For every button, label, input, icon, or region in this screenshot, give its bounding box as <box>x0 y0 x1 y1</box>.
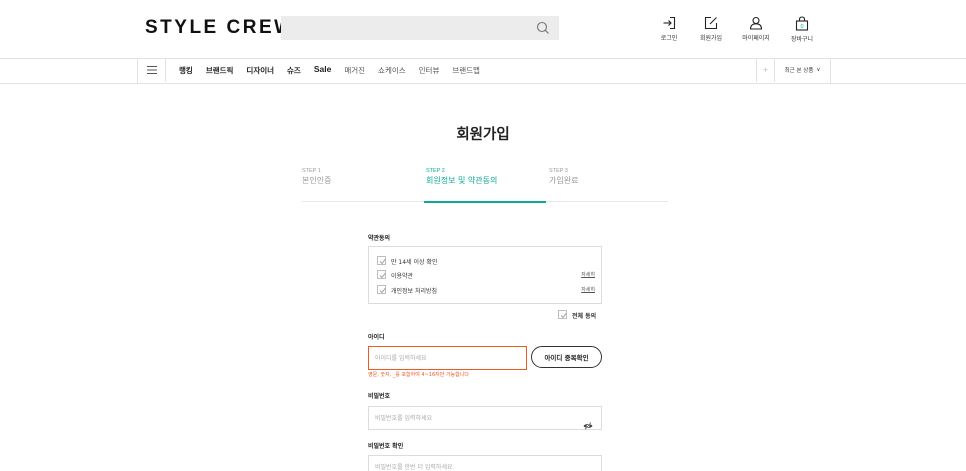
id-error-message: 영문, 숫자, _를 포함하여 4~16자만 가능합니다 <box>368 372 469 378</box>
mypage-button[interactable]: 마이페이지 <box>731 16 781 42</box>
search-bar[interactable] <box>281 16 559 40</box>
recent-products-label: 최근 본 상품 <box>784 68 814 74</box>
password-confirm-field[interactable] <box>368 455 602 471</box>
mypage-label: 마이페이지 <box>742 35 770 42</box>
privacy-checkbox[interactable] <box>377 285 386 294</box>
privacy-detail-link[interactable]: 자세히 <box>581 286 595 293</box>
page-title: 회원가입 <box>456 127 510 143</box>
id-label: 아이디 <box>368 334 385 341</box>
agree-all[interactable]: 전체 동의 <box>558 309 602 321</box>
eye-off-icon[interactable] <box>583 464 593 471</box>
step-number: STEP 3 <box>549 168 568 174</box>
step-name: 가입완료 <box>549 176 579 185</box>
step-number: STEP 1 <box>302 168 321 174</box>
id-duplicate-check-button[interactable]: 아이디 중복확인 <box>531 346 602 368</box>
password-input[interactable] <box>375 413 555 424</box>
cart-icon: 0 <box>777 16 827 31</box>
nav-item-ranking[interactable]: 랭킹 <box>179 65 193 76</box>
eye-off-icon[interactable] <box>583 415 593 434</box>
cart-label: 장바구니 <box>790 36 814 43</box>
search-input[interactable] <box>289 19 519 37</box>
signup-steps: STEP 1 본인인증 STEP 2 회원정보 및 약관동의 STEP 3 가입… <box>302 168 668 203</box>
id-input[interactable] <box>375 353 555 364</box>
nav-item-brand-pick[interactable]: 브랜드픽 <box>206 65 234 76</box>
step-2: STEP 2 회원정보 및 약관동의 <box>424 168 546 203</box>
nav-item-sale[interactable]: Sale <box>314 64 332 76</box>
cart-badge: 0 <box>800 24 803 30</box>
nav-item-shoes[interactable]: 슈즈 <box>287 65 301 76</box>
term-text: 만 14세 이상 확인 <box>391 259 438 266</box>
navigation-container: 랭킹 브랜드픽 디자이너 슈즈 Sale 매거진 쇼케이스 인터뷰 브랜드맵 +… <box>137 58 831 84</box>
step-1: STEP 1 본인인증 <box>302 168 424 202</box>
id-field[interactable] <box>368 346 555 370</box>
term-row-terms-of-use[interactable]: 이용약관 자세히 <box>377 269 595 281</box>
age-checkbox[interactable] <box>377 256 386 265</box>
password-confirm-input[interactable] <box>375 462 555 471</box>
password-label: 비밀번호 <box>368 393 391 400</box>
step-3: STEP 3 가입완료 <box>546 168 668 202</box>
nav-item-magazine[interactable]: 매거진 <box>344 65 365 76</box>
nav-items: 랭킹 브랜드픽 디자이너 슈즈 Sale 매거진 쇼케이스 인터뷰 브랜드맵 <box>179 64 493 76</box>
site-logo[interactable]: STYLE CREW <box>145 17 295 39</box>
terms-of-use-checkbox[interactable] <box>377 270 386 279</box>
terms-label: 약관동의 <box>368 235 391 242</box>
term-row-age[interactable]: 만 14세 이상 확인 <box>377 255 595 267</box>
mypage-icon <box>731 16 781 30</box>
signup-button[interactable]: 회원가입 <box>686 16 736 42</box>
cart-button[interactable]: 0 장바구니 <box>777 16 827 43</box>
terms-of-use-detail-link[interactable]: 자세히 <box>581 271 595 278</box>
category-menu-button[interactable] <box>138 58 166 82</box>
search-icon[interactable] <box>536 20 550 39</box>
nav-item-showcase[interactable]: 쇼케이스 <box>378 65 406 76</box>
nav-item-designer[interactable]: 디자이너 <box>246 65 274 76</box>
password-field[interactable] <box>368 406 602 430</box>
recent-products: + 최근 본 상품 ∨ <box>756 58 830 82</box>
term-text: 개인정보 처리방침 <box>391 288 438 295</box>
term-text: 이용약관 <box>391 273 414 280</box>
step-number: STEP 2 <box>426 168 445 174</box>
nav-item-brand-map[interactable]: 브랜드맵 <box>452 65 480 76</box>
signup-label: 회원가입 <box>699 35 723 42</box>
term-row-privacy[interactable]: 개인정보 처리방침 자세히 <box>377 284 595 296</box>
main-navigation: 랭킹 브랜드픽 디자이너 슈즈 Sale 매거진 쇼케이스 인터뷰 브랜드맵 +… <box>0 58 966 84</box>
header: STYLE CREW 로그인 회원가입 마이페이지 0 장바구니 <box>0 0 966 58</box>
terms-box: 만 14세 이상 확인 이용약관 자세히 개인정보 처리방침 자세히 <box>368 246 602 304</box>
chevron-down-icon: ∨ <box>816 67 821 73</box>
step-name: 본인인증 <box>302 176 332 185</box>
step-name: 회원정보 및 약관동의 <box>426 176 498 185</box>
password-confirm-label: 비밀번호 확인 <box>368 443 404 450</box>
signup-icon <box>686 16 736 30</box>
agree-all-label: 전체 동의 <box>572 313 597 320</box>
agree-all-checkbox[interactable] <box>558 310 567 319</box>
nav-item-interview[interactable]: 인터뷰 <box>419 65 440 76</box>
recent-plus-icon[interactable]: + <box>756 58 774 82</box>
recent-products-button[interactable]: 최근 본 상품 ∨ <box>774 58 830 82</box>
